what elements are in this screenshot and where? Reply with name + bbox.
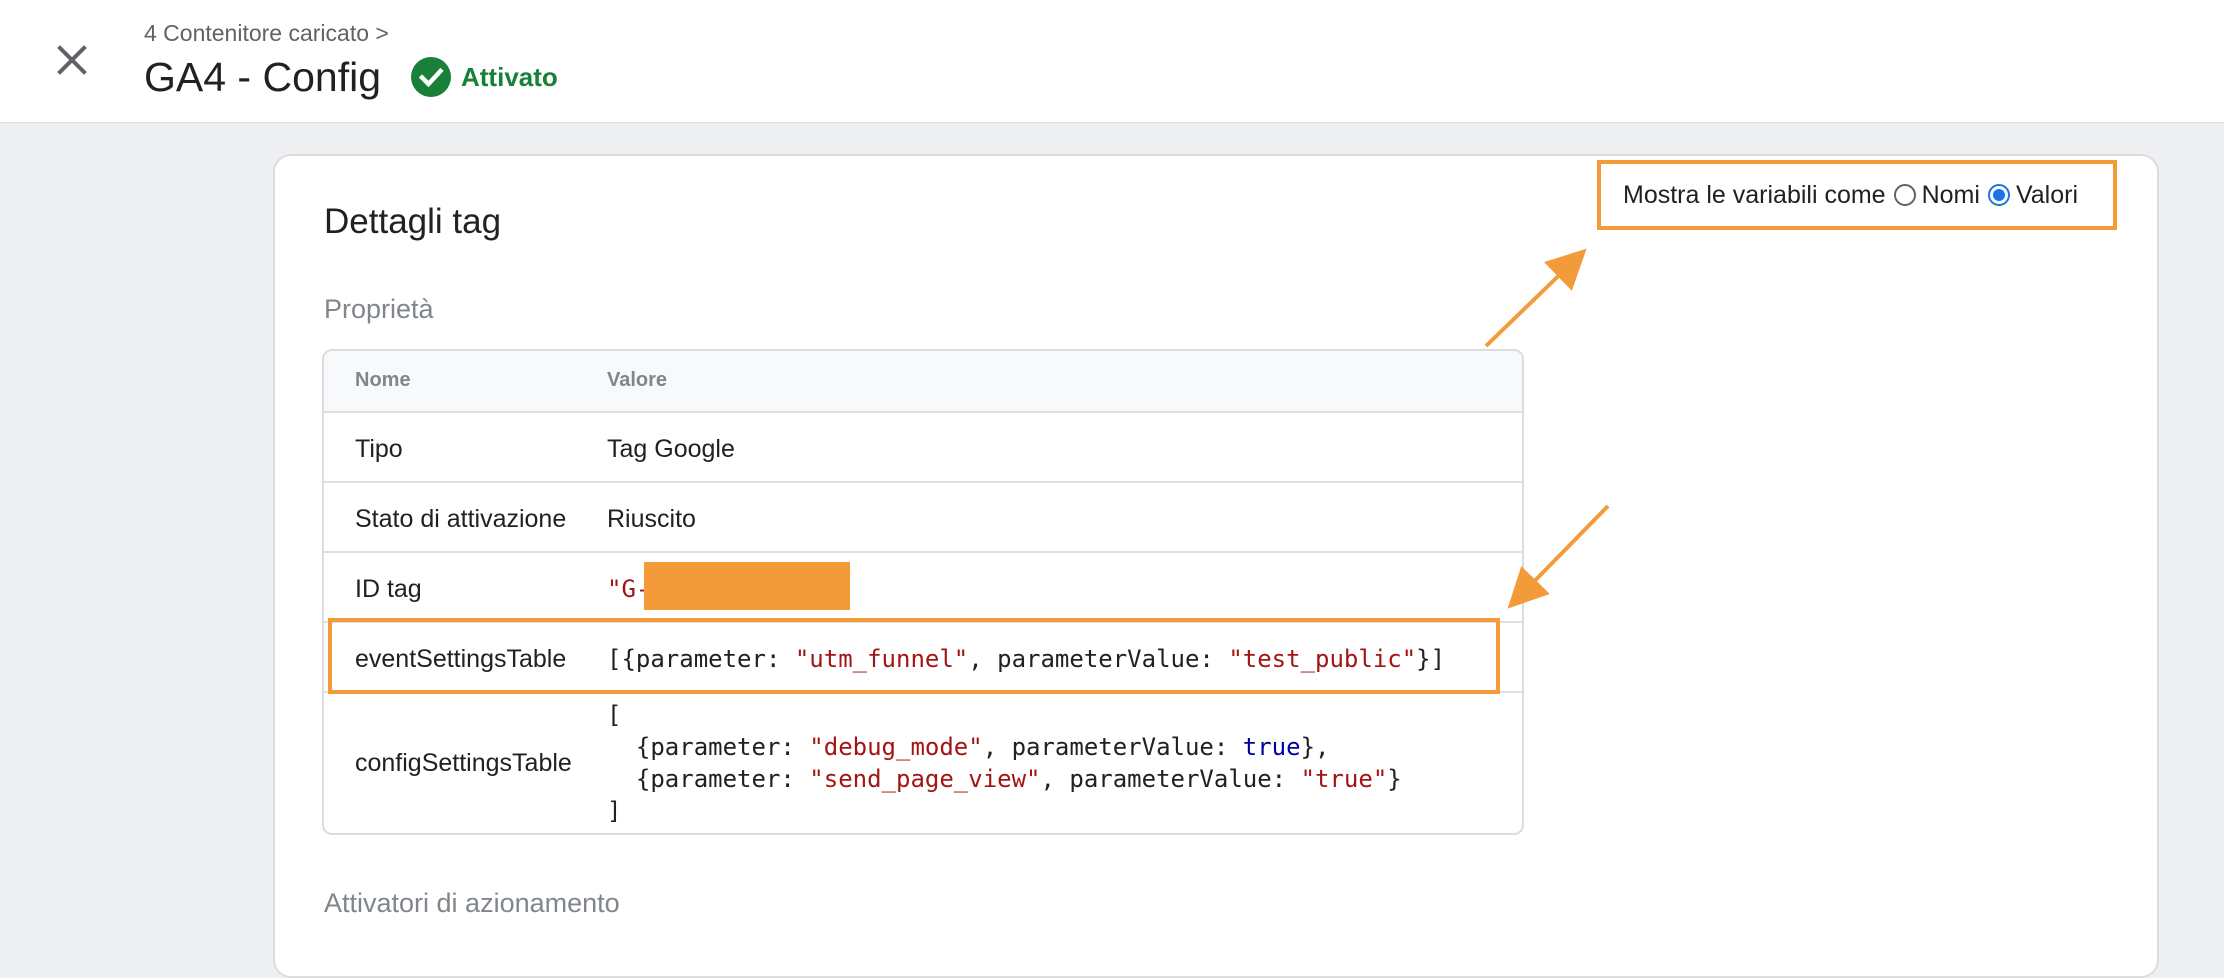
status-badge: Attivato (411, 57, 558, 97)
variable-display-toggle: Mostra le variabili come Nomi Valori (1597, 160, 2117, 230)
config-settings-value: [ {parameter: "debug_mode", parameterVal… (607, 701, 1402, 825)
redaction-box (644, 562, 850, 610)
table-row: Tipo Tag Google (324, 411, 1522, 481)
row-name: Stato di attivazione (355, 505, 567, 533)
radio-valori[interactable] (1987, 184, 2010, 206)
triggers-title: Attivatori di azionamento (324, 888, 620, 918)
check-circle-icon (411, 57, 451, 97)
radio-option-valori[interactable]: Valori (1980, 181, 2078, 210)
table-header: Nome Valore (324, 351, 1522, 411)
radio-option-nomi[interactable]: Nomi (1886, 181, 1980, 210)
table-row: Stato di attivazione Riuscito (324, 481, 1522, 551)
row-value: Tag Google (607, 435, 735, 463)
row-name: Tipo (355, 435, 403, 463)
radio-label-valori[interactable]: Valori (2016, 181, 2078, 210)
close-icon (57, 45, 87, 75)
status-text: Attivato (461, 61, 558, 92)
row-name: ID tag (355, 575, 422, 603)
row-name: configSettingsTable (355, 749, 572, 777)
title-row: GA4 - Config Attivato (144, 52, 558, 102)
radio-nomi[interactable] (1893, 184, 1916, 206)
properties-title: Proprietà (324, 294, 434, 324)
page-title: GA4 - Config (144, 53, 381, 100)
highlight-box (328, 618, 1500, 694)
properties-table: Nome Valore Tipo Tag Google Stato di att… (322, 349, 1524, 835)
top-bar: 4 Contenitore caricato > GA4 - Config At… (0, 0, 2224, 123)
tag-details-card: Dettagli tag Mostra le variabili come No… (273, 154, 2159, 978)
column-header-name: Nome (355, 369, 411, 391)
table-row: ID tag "G- (324, 551, 1522, 621)
toggle-label: Mostra le variabili come (1623, 180, 1886, 209)
row-value: Riuscito (607, 505, 696, 533)
card-title: Dettagli tag (324, 202, 502, 241)
table-row: configSettingsTable [ {parameter: "debug… (324, 691, 1522, 833)
breadcrumb[interactable]: 4 Contenitore caricato > (144, 20, 389, 47)
close-button[interactable] (48, 36, 96, 84)
radio-label-nomi[interactable]: Nomi (1922, 181, 1980, 210)
column-header-value: Valore (607, 369, 668, 391)
